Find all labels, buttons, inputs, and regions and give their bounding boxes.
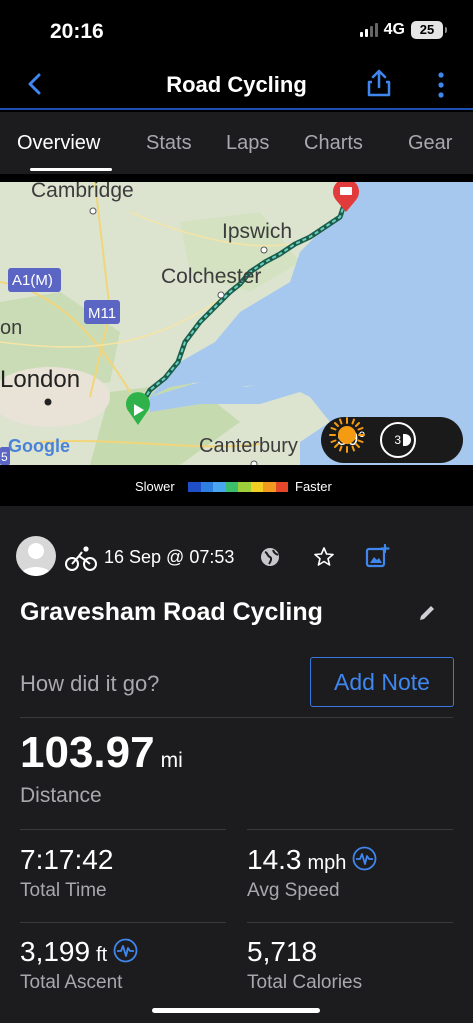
route-map[interactable]: Cambridge Ipswich Colchester London Cant… <box>0 182 473 465</box>
stat-label: Total Ascent <box>20 972 123 993</box>
more-options-icon[interactable] <box>437 72 445 98</box>
divider <box>20 922 226 923</box>
share-icon[interactable] <box>365 68 393 98</box>
activity-name: Gravesham Road Cycling <box>20 598 323 626</box>
map-label-canterbury: Canterbury <box>199 435 298 457</box>
edit-pencil-icon[interactable] <box>416 602 438 624</box>
globe-icon[interactable] <box>259 546 281 568</box>
bike-icon <box>65 546 97 571</box>
stat-value: 7:17:42 <box>20 844 114 875</box>
map-label-cambridge: Cambridge <box>31 182 134 202</box>
speed-legend: Slower Faster <box>0 466 473 506</box>
active-tab-indicator <box>30 168 112 171</box>
distance-value: 103.97 mi <box>20 728 183 778</box>
stat-total-calories: 5,718 Total Calories <box>247 936 362 994</box>
google-logo: Google <box>8 436 70 456</box>
speed-color-swatch <box>213 482 226 492</box>
speed-color-swatch <box>200 482 213 492</box>
tab-bar: Overview Stats Laps Charts Gear <box>0 112 473 174</box>
tab-gear[interactable]: Gear <box>408 132 452 155</box>
map-label-partial: on <box>0 317 22 339</box>
stat-total-time: 7:17:42 Total Time <box>20 844 113 902</box>
battery-icon: 25 <box>411 21 447 39</box>
tab-charts[interactable]: Charts <box>304 132 363 155</box>
stat-label: Total Time <box>20 880 107 901</box>
speed-color-swatch <box>225 482 238 492</box>
map-label-colchester: Colchester <box>161 265 261 288</box>
speed-color-swatch <box>263 482 276 492</box>
add-note-button[interactable]: Add Note <box>310 657 454 707</box>
stat-unit: ft <box>96 944 108 966</box>
distance-number: 103.97 <box>20 728 155 777</box>
stat-avg-speed: 14.3 mph Avg Speed <box>247 844 377 902</box>
stat-label: Avg Speed <box>247 880 340 901</box>
status-time: 20:16 <box>50 20 104 43</box>
speed-color-swatch <box>250 482 263 492</box>
distance-unit: mi <box>160 749 183 772</box>
road-shield-m11: M11 <box>88 305 116 322</box>
map-label-ipswich: Ipswich <box>222 220 292 243</box>
distance-label: Distance <box>20 784 102 807</box>
divider <box>247 922 453 923</box>
speed-color-swatch <box>275 482 288 492</box>
activity-meta: 16 Sep @ 07:53 <box>16 536 456 578</box>
user-silhouette-icon <box>20 543 52 576</box>
stat-total-ascent: 3,199 ft Total Ascent <box>20 936 138 994</box>
legend-faster-label: Faster <box>295 479 332 494</box>
status-bar: 20:16 4G 25 <box>0 0 473 62</box>
page-title: Road Cycling <box>166 72 307 97</box>
stat-value: 5,718 <box>247 936 318 967</box>
map-label-london: London <box>0 366 80 393</box>
avatar[interactable] <box>16 536 56 576</box>
activity-overview: 16 Sep @ 07:53 Gravesham Road Cycling Ho… <box>0 506 473 1023</box>
road-shield-partial: 5 <box>1 450 8 464</box>
speed-color-swatch <box>188 482 201 492</box>
tab-laps[interactable]: Laps <box>226 132 269 155</box>
home-indicator[interactable] <box>152 1008 320 1013</box>
legend-slower-label: Slower <box>135 479 175 494</box>
divider <box>247 829 453 830</box>
sun-icon <box>329 417 365 453</box>
add-photo-icon[interactable] <box>364 543 390 569</box>
road-shield-a1m: A1(M) <box>12 272 53 289</box>
weather-badge: 59° 3 <box>321 417 463 463</box>
divider <box>20 829 226 830</box>
network-type: 4G <box>383 21 405 38</box>
divider <box>20 717 453 718</box>
activity-date: 16 Sep @ 07:53 <box>104 547 235 567</box>
stat-label: Total Calories <box>247 972 363 993</box>
signal-icon <box>359 23 378 37</box>
star-icon[interactable] <box>312 545 336 569</box>
speed-color-swatch <box>238 482 251 492</box>
speed-color-scale <box>188 482 288 492</box>
pulse-chart-icon[interactable] <box>352 846 377 871</box>
note-prompt: How did it go? <box>20 671 160 696</box>
nav-header: Road Cycling <box>0 62 473 110</box>
tab-overview[interactable]: Overview <box>17 132 100 155</box>
moon-phase-icon: 3 <box>379 422 416 458</box>
stat-unit: mph <box>307 852 347 874</box>
pulse-chart-icon[interactable] <box>113 938 138 963</box>
tab-stats[interactable]: Stats <box>146 132 192 155</box>
stat-value: 14.3 <box>247 844 302 875</box>
stat-value: 3,199 <box>20 936 91 967</box>
